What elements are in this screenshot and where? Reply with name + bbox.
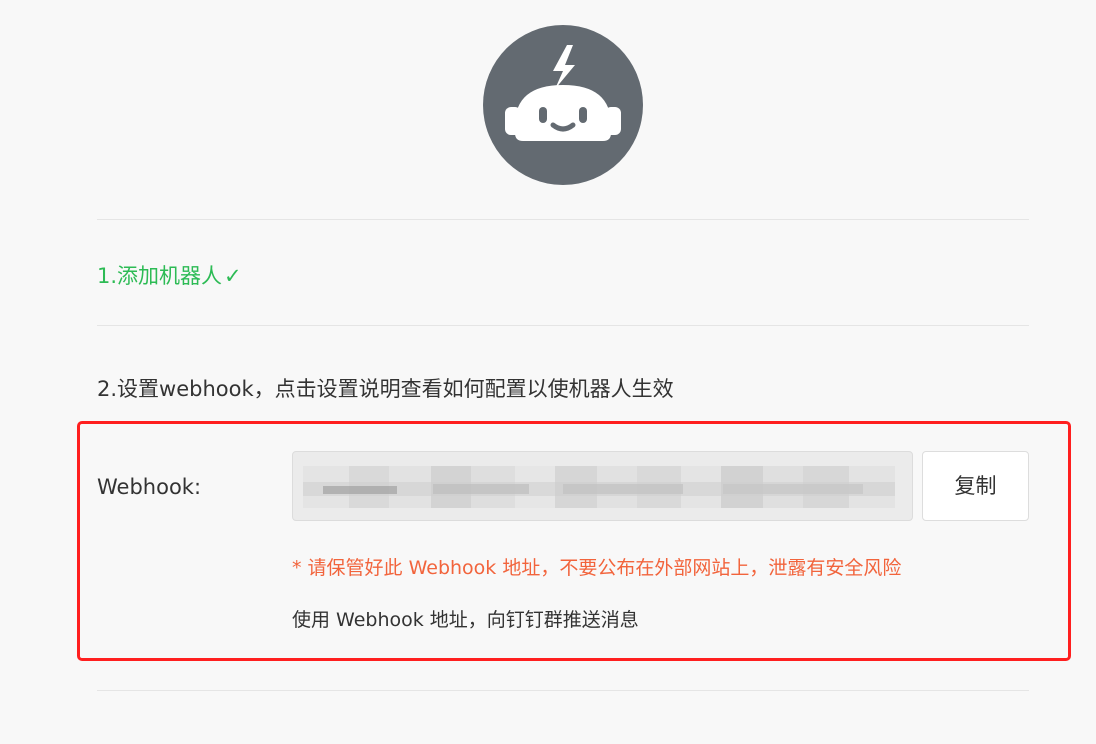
- step-1-label: 1.添加机器人: [97, 264, 223, 288]
- robot-avatar: [483, 25, 643, 185]
- check-icon: ✓: [224, 264, 242, 288]
- divider-top: [97, 219, 1029, 220]
- step-1-status: 1.添加机器人✓: [97, 261, 242, 291]
- copy-button[interactable]: 复制: [922, 451, 1029, 521]
- robot-icon: [505, 45, 621, 141]
- obscured-webhook-value: [303, 466, 895, 508]
- security-warning: * 请保管好此 Webhook 地址，不要公布在外部网站上，泄露有安全风险: [292, 557, 902, 579]
- webhook-url-input[interactable]: [292, 451, 913, 521]
- divider-bottom: [97, 690, 1029, 691]
- divider-middle: [97, 325, 1029, 326]
- webhook-usage-hint: 使用 Webhook 地址，向钉钉群推送消息: [292, 609, 639, 631]
- step-2-instructions: 2.设置webhook，点击设置说明查看如何配置以使机器人生效: [97, 377, 674, 401]
- webhook-label: Webhook:: [97, 475, 202, 499]
